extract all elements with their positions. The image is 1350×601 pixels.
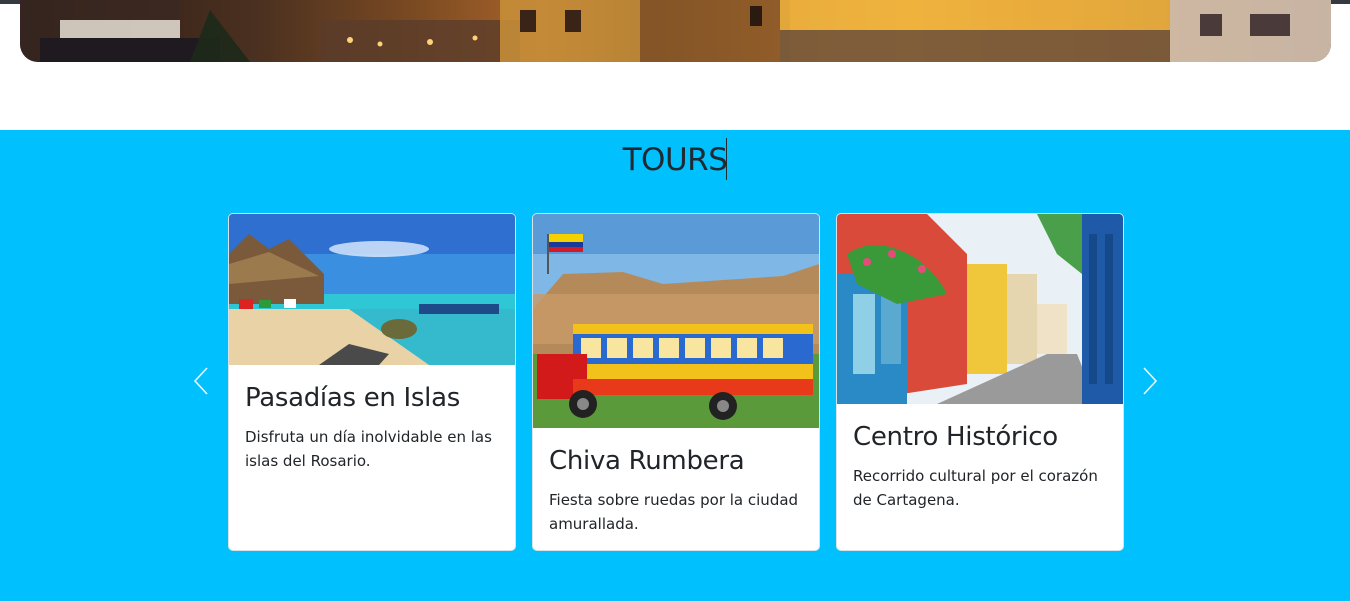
tour-card-title: Chiva Rumbera — [549, 446, 745, 476]
tour-card-chiva[interactable]: Chiva Rumbera Fiesta sobre ruedas por la… — [532, 213, 820, 551]
carousel-next-button[interactable] — [1141, 366, 1159, 396]
colonial-street-photo — [837, 214, 1123, 404]
chevron-right-icon — [1143, 367, 1158, 395]
carousel-prev-button[interactable] — [192, 366, 210, 396]
tour-card-title: Pasadías en Islas — [245, 383, 460, 413]
tour-card-centro[interactable]: Centro Histórico Recorrido cultural por … — [836, 213, 1124, 551]
tours-section: TOURS Pasadías en Islas Disfruta un día … — [0, 130, 1350, 601]
hero-banner-image — [20, 0, 1331, 62]
tour-card-description: Recorrido cultural por el corazón de Car… — [853, 467, 1098, 509]
text-cursor — [726, 138, 727, 180]
island-beach-photo — [229, 214, 515, 365]
chiva-bus-photo — [533, 214, 819, 428]
tours-heading: TOURS — [622, 142, 728, 178]
tour-card-islas[interactable]: Pasadías en Islas Disfruta un día inolvi… — [228, 213, 516, 551]
tour-card-title: Centro Histórico — [853, 422, 1058, 452]
chevron-left-icon — [193, 367, 208, 395]
tour-card-description: Disfruta un día inolvidable en las islas… — [245, 428, 492, 470]
tour-card-description: Fiesta sobre ruedas por la ciudad amural… — [549, 491, 799, 533]
hero-cityscape-photo — [20, 0, 1331, 62]
